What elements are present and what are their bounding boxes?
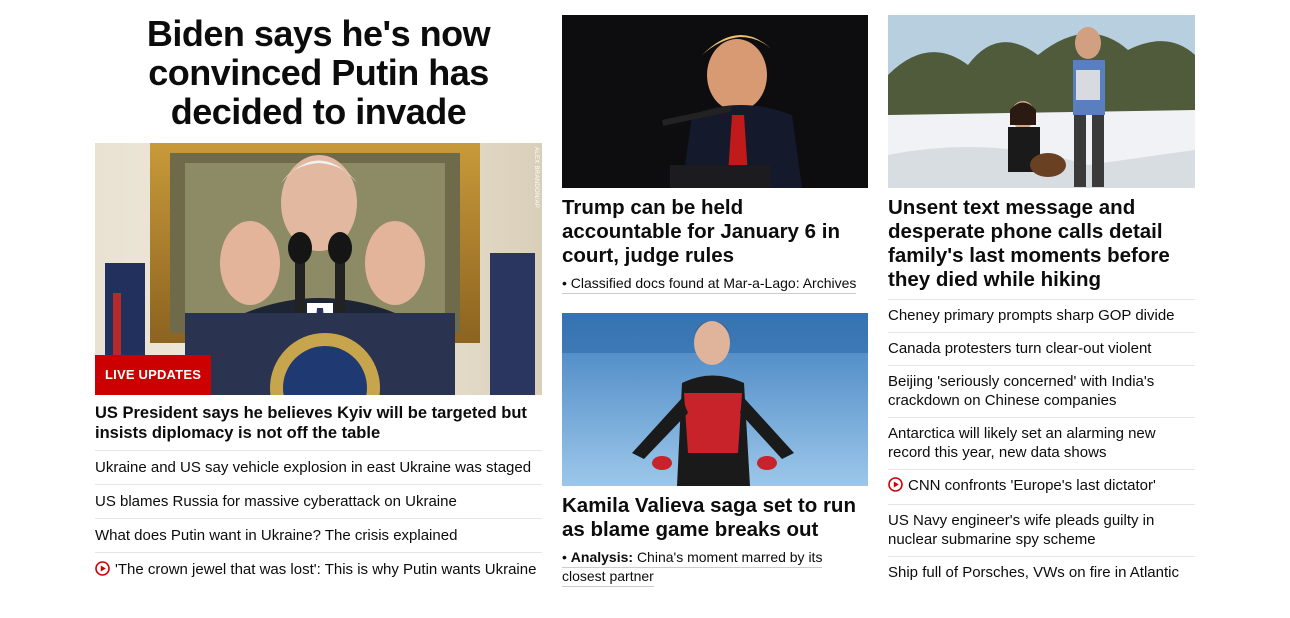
list-item[interactable]: Ship full of Porsches, VWs on fire in At… xyxy=(888,556,1195,589)
related-stories-list: Ukraine and US say vehicle explosion in … xyxy=(95,450,542,588)
story-link[interactable]: US blames Russia for massive cyberattack… xyxy=(95,493,457,510)
middle-column: Trump can be held accountable for Januar… xyxy=(562,0,868,587)
valieva-story-headline[interactable]: Kamila Valieva saga set to run as blame … xyxy=(562,494,868,542)
sub-link-text[interactable]: Classified docs found at Mar-a-Lago: Arc… xyxy=(571,275,857,291)
story-link[interactable]: Ukraine and US say vehicle explosion in … xyxy=(95,459,531,476)
valieva-photo xyxy=(562,313,868,486)
list-item[interactable]: Beijing 'seriously concerned' with India… xyxy=(888,365,1195,417)
story-link[interactable]: Antarctica will likely set an alarming n… xyxy=(888,425,1156,461)
top-story-headline[interactable]: Biden says he's now convinced Putin has … xyxy=(95,14,542,131)
top-story-column: Biden says he's now convinced Putin has … xyxy=(95,0,542,588)
family-photo xyxy=(888,15,1195,188)
list-item[interactable]: CNN confronts 'Europe's last dictator' xyxy=(888,469,1195,504)
lead-story-headline[interactable]: US President says he believes Kyiv will … xyxy=(95,403,542,443)
trump-story-headline[interactable]: Trump can be held accountable for Januar… xyxy=(562,196,868,268)
story-link[interactable]: CNN confronts 'Europe's last dictator' xyxy=(908,477,1156,494)
story-link[interactable]: What does Putin want in Ukraine? The cri… xyxy=(95,527,457,544)
story-link[interactable]: Cheney primary prompts sharp GOP divide xyxy=(888,307,1175,324)
list-item[interactable]: US Navy engineer's wife pleads guilty in… xyxy=(888,504,1195,556)
story-link[interactable]: 'The crown jewel that was lost': This is… xyxy=(115,561,536,578)
hiking-story-headline[interactable]: Unsent text message and desperate phone … xyxy=(888,196,1195,292)
hiking-family-image[interactable] xyxy=(888,15,1195,188)
analysis-label: Analysis: xyxy=(570,549,634,565)
play-circle-icon xyxy=(888,477,903,497)
story-link[interactable]: Canada protesters turn clear-out violent xyxy=(888,340,1151,357)
play-circle-icon xyxy=(95,561,110,581)
trump-sub-link[interactable]: • Classified docs found at Mar-a-Lago: A… xyxy=(562,274,868,294)
trump-image[interactable] xyxy=(562,15,868,188)
valieva-image[interactable] xyxy=(562,313,868,486)
list-item[interactable]: Cheney primary prompts sharp GOP divide xyxy=(888,299,1195,332)
story-link[interactable]: Ship full of Porsches, VWs on fire in At… xyxy=(888,564,1179,581)
list-item[interactable]: US blames Russia for massive cyberattack… xyxy=(95,484,542,518)
list-item[interactable]: Canada protesters turn clear-out violent xyxy=(888,332,1195,365)
list-item[interactable]: Ukraine and US say vehicle explosion in … xyxy=(95,450,542,484)
hero-image[interactable]: ALEX BRANDON/AP LIVE UPDATES xyxy=(95,143,542,395)
trump-photo xyxy=(562,15,868,188)
valieva-sub-link[interactable]: • Analysis: China's moment marred by its… xyxy=(562,548,868,587)
story-link[interactable]: Beijing 'seriously concerned' with India… xyxy=(888,373,1154,409)
list-item[interactable]: 'The crown jewel that was lost': This is… xyxy=(95,552,542,588)
list-item[interactable]: Antarctica will likely set an alarming n… xyxy=(888,417,1195,469)
photo-credit: ALEX BRANDON/AP xyxy=(533,147,539,209)
live-updates-badge[interactable]: LIVE UPDATES xyxy=(95,355,212,395)
more-stories-list: Cheney primary prompts sharp GOP divide … xyxy=(888,299,1195,589)
list-item[interactable]: What does Putin want in Ukraine? The cri… xyxy=(95,518,542,552)
right-column: Unsent text message and desperate phone … xyxy=(888,0,1195,589)
story-link[interactable]: US Navy engineer's wife pleads guilty in… xyxy=(888,512,1154,548)
